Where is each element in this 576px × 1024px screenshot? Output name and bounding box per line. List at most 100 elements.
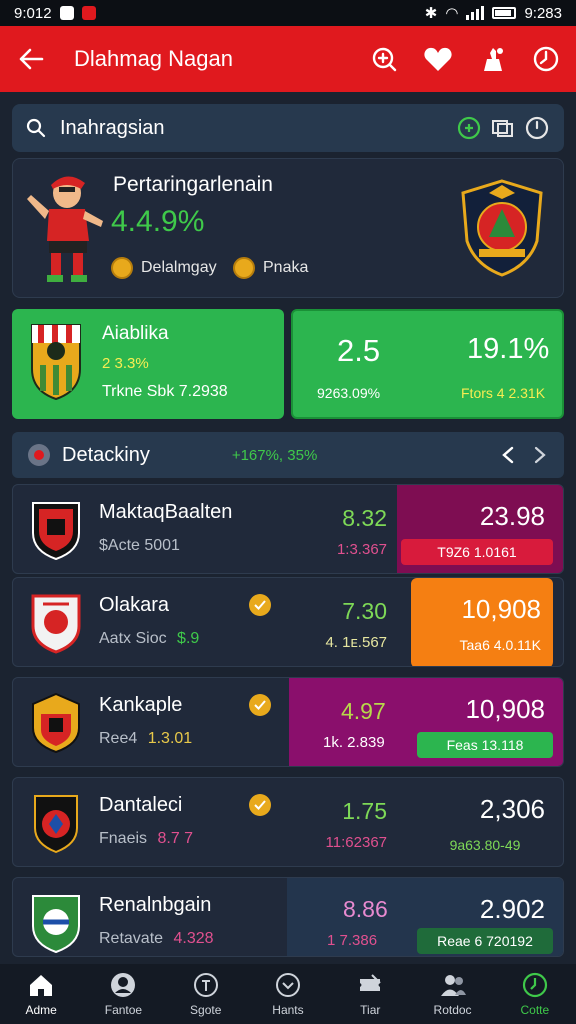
nav-item-sport[interactable]: Sgote bbox=[165, 964, 247, 1024]
match-odd[interactable]: 7.30 bbox=[342, 598, 387, 625]
nav-item-hants[interactable]: Hants bbox=[247, 964, 329, 1024]
match-odd[interactable]: 4.97 bbox=[341, 698, 386, 725]
match-right-pill: Feas 13.118 bbox=[417, 732, 553, 758]
profile-icon bbox=[111, 973, 136, 997]
promo-left-odds: 2 3.3% bbox=[102, 355, 149, 372]
match-odd[interactable]: 8.86 bbox=[343, 896, 388, 923]
match-team-name: Renalnbgain bbox=[99, 894, 212, 916]
status-time-left: 9:012 bbox=[14, 4, 52, 22]
match-right-panel[interactable]: 10,908 Taa6 4.0.11K bbox=[411, 578, 553, 666]
match-right-pill: T9Z6 1.0161 bbox=[401, 539, 553, 565]
match-right-value: 10,908 bbox=[461, 594, 541, 624]
match-sub-value: $.9 bbox=[177, 630, 200, 647]
match-sub-value: 1.3.01 bbox=[147, 730, 193, 747]
bottom-nav: Adme Fantoe Sgote Hants Tiar Rotdoc Cott… bbox=[0, 964, 576, 1024]
users-icon bbox=[440, 975, 466, 996]
back-arrow-icon[interactable] bbox=[14, 42, 48, 76]
coin-icon bbox=[111, 257, 133, 279]
team-crest-icon bbox=[31, 324, 81, 401]
cards-icon[interactable] bbox=[490, 116, 516, 140]
promo-card-left[interactable]: Aiablika 2 3.3% Trkne Sbk 7.2938 bbox=[12, 309, 284, 419]
match-right-value: 10,908 bbox=[465, 694, 545, 724]
chevron-right-icon[interactable] bbox=[532, 446, 548, 464]
section-header: Detackiny +167%, 35% bbox=[12, 432, 564, 478]
nav-label: Cotte bbox=[520, 1003, 550, 1017]
match-team-name: Olakara bbox=[99, 594, 170, 616]
match-row[interactable]: MaktaqBaalten $Acte 5001 8.32 1:3.367 23… bbox=[12, 484, 564, 574]
match-row[interactable]: Olakara Aatx Sioc $.9 7.30 4. 1ᴇ.567 10,… bbox=[12, 577, 564, 667]
sport-icon bbox=[193, 973, 218, 997]
refresh-icon[interactable] bbox=[456, 115, 482, 141]
match-odd-sub: 1k. 2.839 bbox=[323, 734, 385, 751]
match-right-panel[interactable]: 4.97 1k. 2.839 10,908 Feas 13.118 bbox=[289, 678, 563, 766]
match-odd-sub: 4. 1ᴇ.567 bbox=[325, 634, 387, 651]
match-right-pill: Taa6 4.0.11K bbox=[459, 637, 541, 653]
chevron-circle-icon bbox=[275, 973, 300, 997]
match-odd[interactable]: 8.32 bbox=[342, 505, 387, 532]
match-sub-label: Aatx Sioc bbox=[99, 630, 167, 647]
match-right-panel[interactable]: 8.86 1 7.386 2.902 Reae 6 720192 bbox=[287, 878, 563, 956]
club-crest-icon bbox=[461, 179, 543, 277]
match-sub-label: Retavate bbox=[99, 930, 164, 947]
wifi-icon: ◠ bbox=[445, 5, 459, 22]
app-bar: Dlahmag Nagan bbox=[0, 26, 576, 92]
promo-card-right[interactable]: 2.5 19.1% 9263.09% Ftors 4 2.31K bbox=[291, 309, 564, 419]
chip-label: Delalmgay bbox=[141, 259, 217, 276]
match-row[interactable]: Kankaple Ree4 1.3.01 4.97 1k. 2.839 10,9… bbox=[12, 677, 564, 767]
bluetooth-icon: ✱ bbox=[424, 5, 438, 22]
promo-right-sub-1: 9263.09% bbox=[317, 385, 381, 401]
promo-left-sub: Trkne Sbk 7.2938 bbox=[102, 383, 228, 400]
match-row[interactable]: Dantaleci Fnaeis 8.7 7 1.75 11:62367 2,3… bbox=[12, 777, 564, 867]
live-clock-icon bbox=[522, 972, 547, 998]
match-odd[interactable]: 1.75 bbox=[342, 798, 387, 825]
promo-right-value-2: 19.1% bbox=[467, 333, 550, 365]
match-sub: Fnaeis 8.7 7 bbox=[99, 830, 193, 848]
nav-label: Rotdoc bbox=[433, 1003, 472, 1017]
featured-chip-1[interactable]: Delalmgay bbox=[111, 257, 217, 279]
nav-label: Hants bbox=[272, 1003, 304, 1017]
chevron-left-icon[interactable] bbox=[500, 446, 516, 464]
battery-icon bbox=[492, 7, 517, 19]
match-odd-sub: 1 7.386 bbox=[327, 932, 378, 949]
page-title: Dlahmag Nagan bbox=[74, 46, 233, 71]
featured-chip-2[interactable]: Pnaka bbox=[233, 257, 308, 279]
nav-item-rotdoc[interactable]: Rotdoc bbox=[411, 964, 493, 1024]
heart-icon[interactable] bbox=[422, 43, 454, 75]
match-odd-sub: 11:62367 bbox=[325, 834, 387, 851]
match-right-panel[interactable]: 2,306 9a63.80-49 bbox=[397, 778, 563, 866]
team-shield-icon bbox=[31, 594, 81, 654]
promo-right-value-1: 2.5 bbox=[337, 333, 381, 368]
verified-check-icon bbox=[249, 794, 271, 816]
clock-icon[interactable] bbox=[530, 43, 562, 75]
ticket-icon bbox=[360, 974, 381, 991]
team-shield-icon bbox=[34, 795, 78, 854]
nav-item-live[interactable]: Cotte bbox=[494, 964, 576, 1024]
timer-icon[interactable] bbox=[524, 115, 550, 141]
nav-item-profile[interactable]: Fantoe bbox=[82, 964, 164, 1024]
section-delta: +167%, 35% bbox=[231, 446, 318, 464]
featured-title: Pertaringarlenain bbox=[113, 173, 273, 196]
ball-icon bbox=[28, 444, 50, 466]
search-plus-icon[interactable] bbox=[368, 43, 400, 75]
match-right-pill: Reae 6 720192 bbox=[417, 928, 553, 954]
home-icon bbox=[30, 975, 53, 996]
match-right-pill: 9a63.80-49 bbox=[449, 837, 521, 853]
app-notification-icon bbox=[81, 6, 96, 20]
signal-icon bbox=[466, 6, 485, 20]
nav-item-tiar[interactable]: Tiar bbox=[329, 964, 411, 1024]
featured-card[interactable]: Pertaringarlenain 4.4.9% Delalmgay Pnaka bbox=[12, 158, 564, 298]
status-time-right: 9:283 bbox=[524, 4, 562, 22]
match-sub-label: Fnaeis bbox=[99, 830, 148, 847]
search-bar[interactable]: Inahragsian bbox=[12, 104, 564, 152]
match-sub-label: Ree4 bbox=[99, 730, 138, 747]
match-row[interactable]: Renalnbgain Retavate 4.328 8.86 1 7.386 … bbox=[12, 877, 564, 957]
share-icon[interactable] bbox=[476, 43, 508, 75]
nav-label: Sgote bbox=[190, 1003, 222, 1017]
match-sub-value: 4.328 bbox=[173, 930, 214, 947]
match-sub: $Acte 5001 bbox=[99, 537, 180, 555]
match-odd-sub: 1:3.367 bbox=[336, 541, 387, 558]
nav-item-home[interactable]: Adme bbox=[0, 964, 82, 1024]
match-right-panel[interactable]: 23.98 T9Z6 1.0161 bbox=[397, 485, 563, 573]
match-sub-label: $Acte 5001 bbox=[99, 537, 180, 554]
match-sub: Ree4 1.3.01 bbox=[99, 730, 192, 748]
